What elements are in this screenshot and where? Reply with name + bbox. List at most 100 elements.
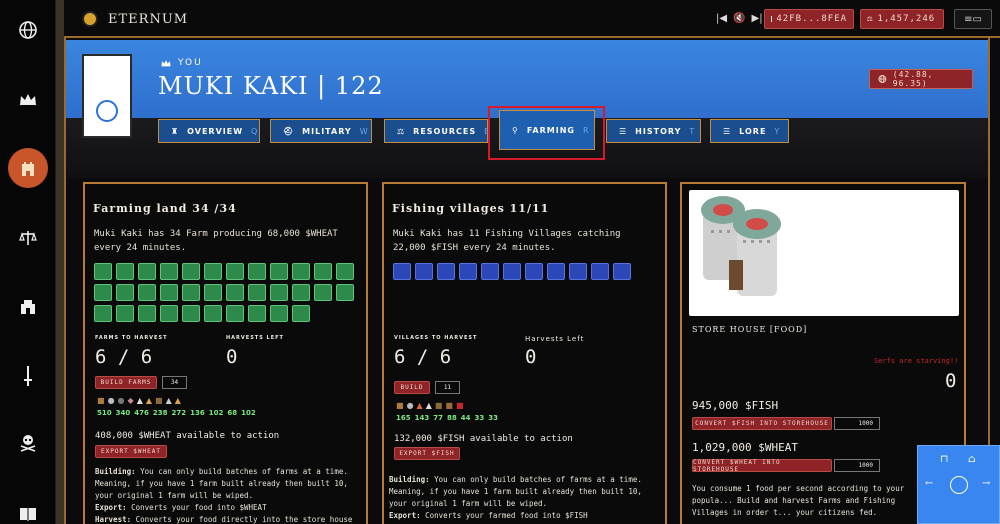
info-label: Building: (389, 475, 430, 484)
farm-tile (116, 305, 134, 322)
farm-tile (270, 284, 288, 301)
convert-fish-button[interactable]: CONVERT $FISH INTO STOREHOUSE (692, 417, 832, 430)
crown-icon (20, 94, 36, 105)
avatar[interactable] (82, 54, 132, 138)
tab-label: LORE (739, 126, 767, 136)
scroll-icon: ☰ (619, 126, 628, 136)
storehouse-title: STORE HOUSE [FOOD] (692, 325, 808, 334)
tab-overview[interactable]: ♜ OVERVIEW Q (158, 119, 260, 143)
resource-cost: 33 (488, 414, 498, 422)
info-text: Converts your food directly into the sto… (135, 515, 353, 524)
farm-tile (138, 305, 156, 322)
arrow-left-icon[interactable]: ← (925, 478, 933, 489)
wallet-button[interactable]: 42FB...8FEA (764, 9, 854, 29)
convert-fish-quantity-input[interactable]: 1000 (834, 417, 880, 430)
center-view-button[interactable] (950, 476, 968, 494)
convert-wheat-quantity-input[interactable]: 1000 (834, 459, 880, 472)
sidebar-item-fortress[interactable] (8, 286, 48, 326)
tower-icon: ♜ (171, 126, 180, 136)
sidebar (0, 0, 56, 524)
farm-tile (314, 263, 332, 280)
villages-to-harvest-value: 6 / 6 (394, 346, 452, 368)
resource-costs: 165 143 77 88 44 33 33 (396, 414, 498, 422)
farm-tile (226, 263, 244, 280)
helmet-icon: ⛑ (283, 126, 295, 136)
farms-to-harvest-label: FARMS TO HARVEST (95, 335, 168, 341)
fishing-village-tile (415, 263, 433, 280)
player-name: MUKI KAKI | 122 (158, 72, 384, 100)
card-title: Farming land 34 /34 (93, 202, 237, 215)
sidebar-item-trade[interactable] (8, 218, 48, 258)
sidebar-item-lore[interactable] (8, 494, 48, 524)
scroll-icon: ☰ (723, 126, 732, 136)
farm-tile (248, 284, 266, 301)
farm-tile (204, 284, 222, 301)
gold-amount: 1,457,246 (877, 14, 936, 24)
tab-label: OVERVIEW (187, 126, 244, 136)
wallet-icon (771, 16, 773, 22)
tab-resources[interactable]: ⚖ RESOURCES E (384, 119, 489, 143)
farm-tile (94, 305, 112, 322)
info-text: Converts your farmed food into $FISH (425, 511, 588, 520)
farm-tile (248, 305, 266, 322)
app-root: { "brand": {"name": "ETERNUM"}, "topbar"… (0, 0, 1000, 524)
speaker-muted-icon[interactable]: 🔇 (733, 13, 745, 24)
sidebar-item-realms[interactable] (8, 80, 48, 120)
build-farms-quantity-input[interactable]: 34 (162, 376, 187, 389)
tab-lore[interactable]: ☰ LORE Y (710, 119, 789, 143)
scales-icon (19, 231, 37, 245)
farm-tile (292, 263, 310, 280)
sidebar-item-military[interactable] (8, 356, 48, 396)
resource-cost: 88 (447, 414, 457, 422)
farm-tile (160, 263, 178, 280)
sidebar-divider (56, 0, 64, 524)
book-icon (20, 508, 36, 521)
fish-available: 132,000 $FISH available to action (394, 434, 573, 444)
fishing-grid (393, 263, 658, 280)
export-wheat-button[interactable]: EXPORT $WHEAT (95, 445, 167, 458)
arrow-right-icon[interactable]: → (982, 478, 990, 489)
build-farms-button[interactable]: BUILD FARMS (95, 376, 157, 389)
farm-tile (336, 263, 354, 280)
globe-icon (878, 75, 887, 83)
tab-label: MILITARY (302, 126, 352, 136)
menu-button[interactable]: ≡▭ (954, 9, 992, 29)
scales-icon: ⚖ (397, 126, 406, 136)
copper-icon: ◆ (127, 396, 134, 405)
home-icon[interactable]: ⌂ (968, 454, 976, 465)
harvests-left-value: 0 (226, 346, 238, 368)
fish-amount: 945,000 $FISH (692, 399, 779, 412)
tab-history[interactable]: ☰ HISTORY T (606, 119, 701, 143)
resource-cost: 136 (190, 409, 205, 417)
sidebar-item-pirates[interactable] (8, 422, 48, 462)
coal-icon: ● (117, 396, 125, 405)
skip-back-icon[interactable]: |◀ (716, 13, 727, 24)
tab-military[interactable]: ⛑ MILITARY W (270, 119, 372, 143)
sidebar-item-map[interactable] (8, 10, 48, 50)
build-villages-button[interactable]: BUILD (394, 381, 430, 394)
farm-tile (160, 284, 178, 301)
info-label: Harvest: (95, 515, 132, 524)
avatar-ring-icon (96, 100, 118, 122)
farm-tile (270, 305, 288, 322)
castle-icon (22, 162, 34, 176)
resource-cost: 238 (152, 409, 168, 417)
gold-balance-button[interactable]: ⚖ 1,457,246 (860, 9, 944, 29)
resource-cost: 68 (227, 409, 238, 417)
info-text: Converts your food into $WHEAT (131, 503, 267, 512)
menu-icon: ≡▭ (964, 13, 982, 25)
skip-forward-icon[interactable]: ▶| (752, 13, 763, 24)
sidebar-item-kingdom[interactable] (8, 148, 48, 188)
convert-wheat-button[interactable]: CONVERT $WHEAT INTO STOREHOUSE (692, 459, 832, 473)
starving-warning: Serfs are starving!! (874, 357, 959, 365)
bookmark-icon[interactable]: ⊓ (940, 454, 948, 465)
brand-name: ETERNUM (108, 12, 189, 27)
skull-icon (20, 435, 36, 452)
coordinates-button[interactable]: (42.88, 96.35) (869, 69, 973, 89)
export-fish-button[interactable]: EXPORT $FISH (394, 447, 460, 460)
fishing-village-tile (569, 263, 587, 280)
resource-cost: 33 (474, 414, 485, 422)
fishing-village-tile (591, 263, 609, 280)
silo-illustration (701, 196, 781, 296)
build-villages-quantity-input[interactable]: 11 (435, 381, 460, 394)
